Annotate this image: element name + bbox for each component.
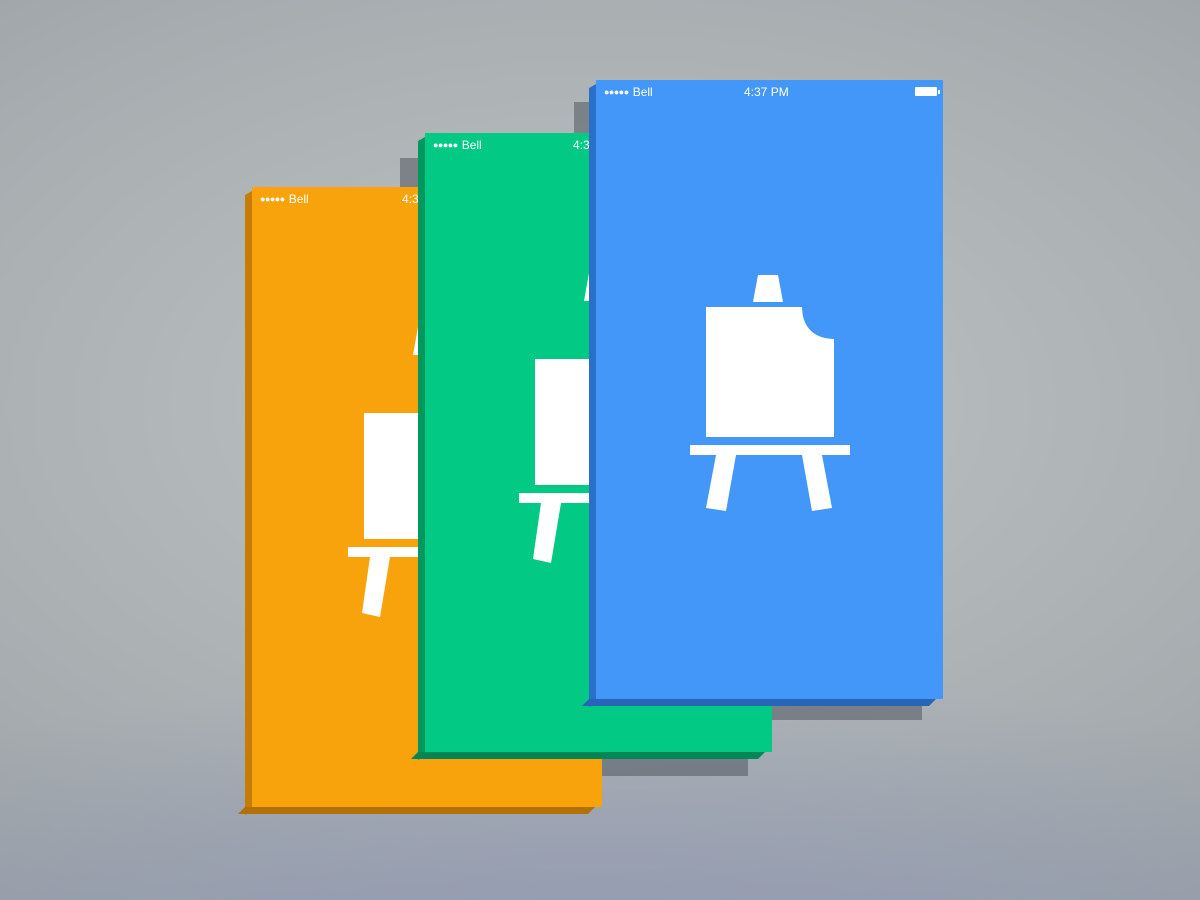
carrier-name: Bell — [632, 85, 653, 99]
carrier: ●●●●● Bell — [260, 192, 309, 206]
green-screen-edge — [418, 137, 425, 761]
status-time: 4:3 — [402, 192, 419, 206]
carrier: ●●●●● Bell — [433, 138, 482, 152]
status-bar: ●●●●● Bell 4:37 PM — [596, 80, 943, 102]
blue-screen-edge — [589, 84, 596, 708]
carrier-name: Bell — [461, 138, 482, 152]
signal-dots-icon: ●●●●● — [433, 140, 458, 150]
signal-dots-icon: ●●●●● — [260, 194, 285, 204]
orange-screen-bottom-edge — [238, 807, 595, 814]
carrier: ●●●●● Bell — [604, 85, 653, 99]
easel-icon — [690, 275, 850, 511]
blue-phone-screen: ●●●●● Bell 4:37 PM — [582, 80, 943, 708]
status-time: 4:37 PM — [744, 85, 789, 99]
blue-screen-face: ●●●●● Bell 4:37 PM — [596, 80, 943, 699]
battery-icon — [915, 87, 940, 96]
carrier-name: Bell — [288, 192, 309, 206]
status-time: 4:3 — [573, 138, 590, 152]
orange-screen-edge — [245, 191, 252, 816]
signal-dots-icon: ●●●●● — [604, 87, 629, 97]
green-screen-bottom-edge — [411, 752, 765, 759]
blue-screen-bottom-edge — [582, 699, 936, 706]
